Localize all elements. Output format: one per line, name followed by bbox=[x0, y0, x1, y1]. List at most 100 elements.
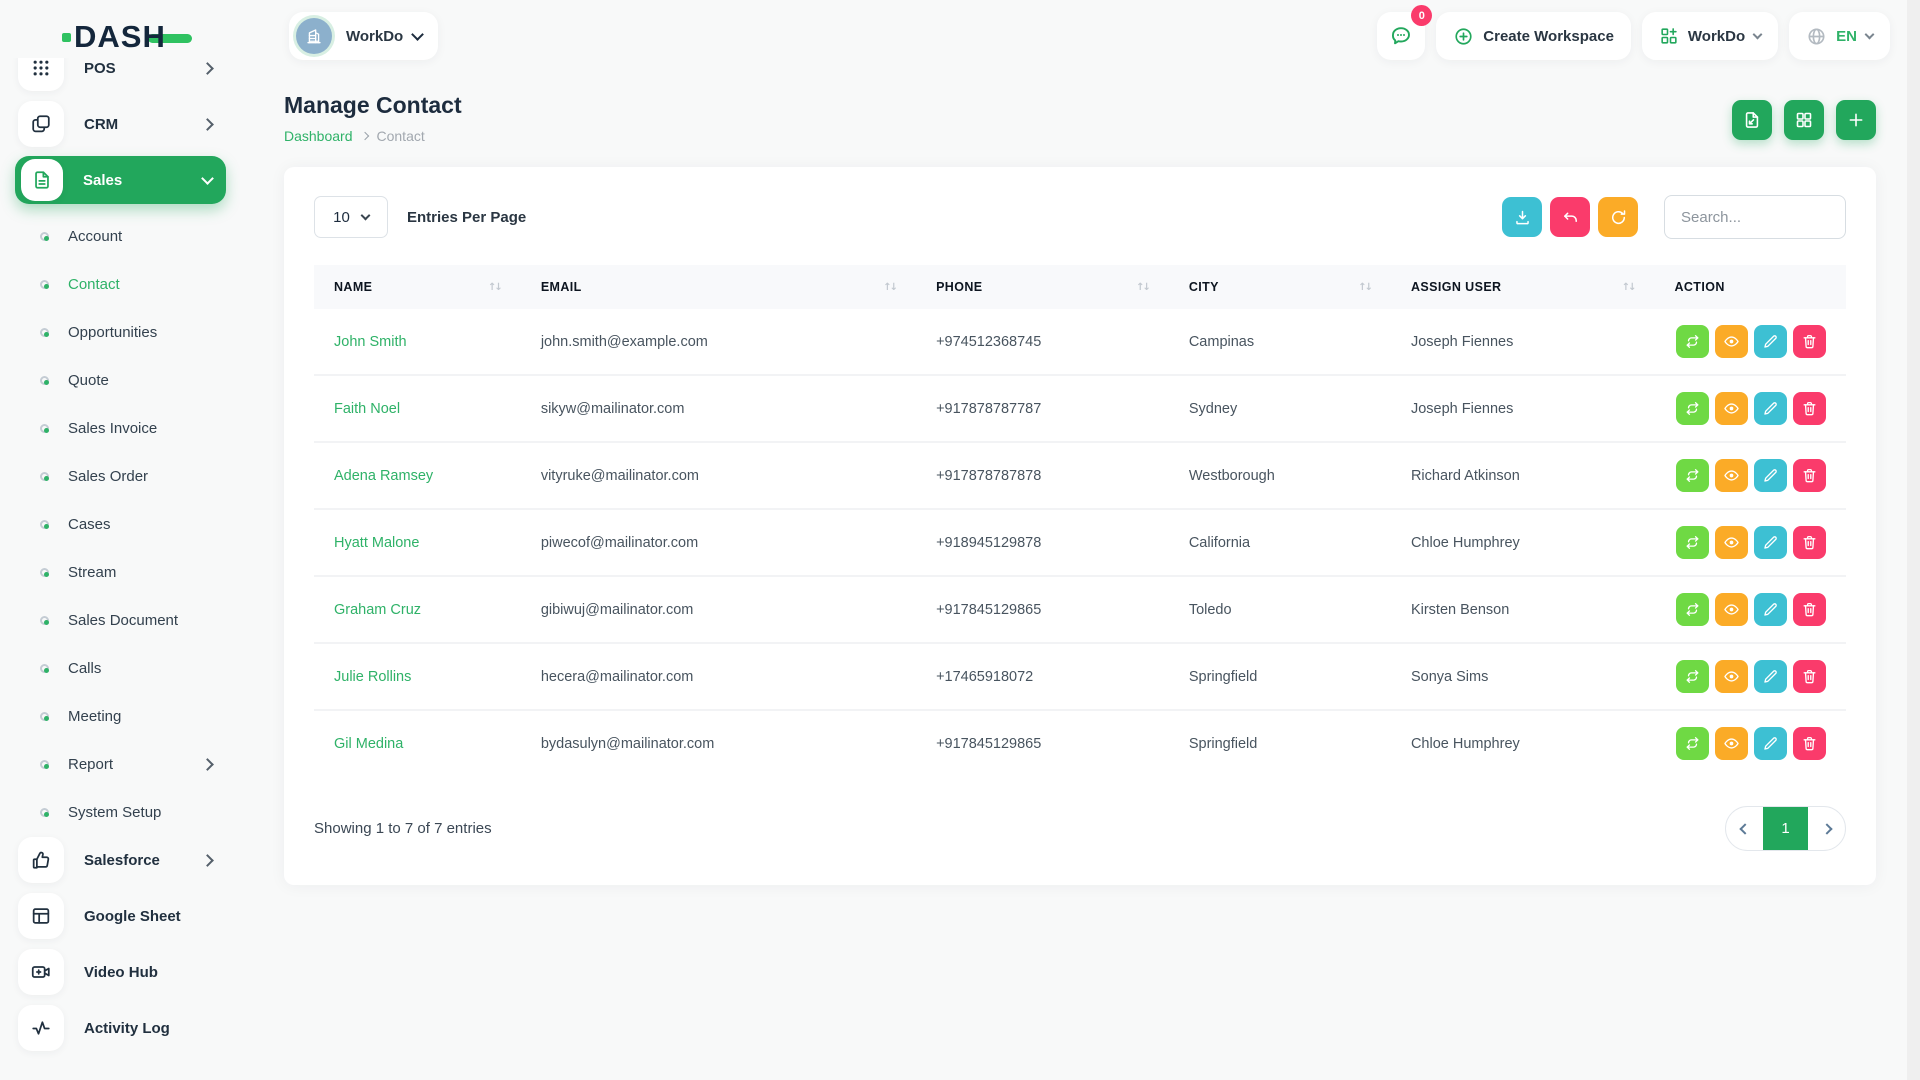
pencil-icon bbox=[1762, 668, 1779, 685]
pencil-button[interactable] bbox=[1754, 392, 1787, 425]
exchange-button[interactable] bbox=[1676, 593, 1709, 626]
pagination-prev-button[interactable] bbox=[1726, 807, 1763, 850]
undo-button[interactable] bbox=[1550, 197, 1590, 237]
column-header-city[interactable]: CITY↑↓ bbox=[1169, 265, 1391, 309]
column-header-phone[interactable]: PHONE↑↓ bbox=[916, 265, 1169, 309]
exchange-button[interactable] bbox=[1676, 660, 1709, 693]
exchange-icon bbox=[1684, 668, 1701, 685]
contact-name-link[interactable]: Faith Noel bbox=[334, 401, 400, 417]
sidebar-item-opportunities[interactable]: Opportunities bbox=[15, 308, 226, 356]
sort-icon[interactable]: ↑↓ bbox=[1124, 282, 1149, 293]
plus-button[interactable] bbox=[1836, 100, 1876, 140]
workdo-menu-button[interactable]: WorkDo bbox=[1642, 12, 1778, 60]
pencil-button[interactable] bbox=[1754, 727, 1787, 760]
exchange-button[interactable] bbox=[1676, 526, 1709, 559]
contact-name-link[interactable]: John Smith bbox=[334, 334, 407, 350]
eye-button[interactable] bbox=[1715, 392, 1748, 425]
trash-button[interactable] bbox=[1793, 459, 1826, 492]
sidebar-item-pos[interactable]: POS bbox=[15, 58, 226, 92]
create-workspace-button[interactable]: Create Workspace bbox=[1436, 12, 1631, 60]
contact-name-link[interactable]: Adena Ramsey bbox=[334, 468, 433, 484]
search-input[interactable] bbox=[1664, 195, 1846, 239]
sidebar-item-crm[interactable]: CRM bbox=[15, 100, 226, 148]
exchange-button[interactable] bbox=[1676, 459, 1709, 492]
sidebar-item-sales-order[interactable]: Sales Order bbox=[15, 452, 226, 500]
download-button[interactable] bbox=[1502, 197, 1542, 237]
contact-name-link[interactable]: Gil Medina bbox=[334, 736, 403, 752]
pagination-next-button[interactable] bbox=[1808, 807, 1845, 850]
trash-button[interactable] bbox=[1793, 392, 1826, 425]
sidebar-item-stream[interactable]: Stream bbox=[15, 548, 226, 596]
sidebar-item-label: Calls bbox=[68, 660, 212, 677]
app-logo[interactable]: DASH bbox=[62, 18, 192, 56]
pagination-page-1[interactable]: 1 bbox=[1763, 807, 1808, 850]
pencil-button[interactable] bbox=[1754, 526, 1787, 559]
sidebar-item-account[interactable]: Account bbox=[15, 212, 226, 260]
sidebar-item-activity-log[interactable]: Activity Log bbox=[15, 1004, 226, 1052]
bullet-icon bbox=[40, 232, 49, 241]
eye-button[interactable] bbox=[1715, 459, 1748, 492]
sidebar-item-sales-invoice[interactable]: Sales Invoice bbox=[15, 404, 226, 452]
sidebar-scroll-area[interactable]: POS CRM Sales Account Contact OpportunitiesQu… bbox=[0, 58, 240, 1080]
sidebar-item-label: CRM bbox=[84, 116, 203, 133]
trash-button[interactable] bbox=[1793, 526, 1826, 559]
bullet-icon bbox=[40, 712, 49, 721]
eye-button[interactable] bbox=[1715, 526, 1748, 559]
breadcrumb-dashboard-link[interactable]: Dashboard bbox=[284, 128, 353, 144]
table-row: Julie Rollinshecera@mailinator.com+17465… bbox=[314, 643, 1846, 710]
sort-icon[interactable]: ↑↓ bbox=[871, 282, 896, 293]
sidebar-item-video-hub[interactable]: Video Hub bbox=[15, 948, 226, 996]
column-header-name[interactable]: NAME↑↓ bbox=[314, 265, 521, 309]
activity-icon bbox=[18, 1005, 64, 1051]
contact-name-link[interactable]: Hyatt Malone bbox=[334, 535, 419, 551]
eye-button[interactable] bbox=[1715, 660, 1748, 693]
pencil-button[interactable] bbox=[1754, 325, 1787, 358]
sidebar-item-contact[interactable]: Contact bbox=[15, 260, 226, 308]
pencil-button[interactable] bbox=[1754, 593, 1787, 626]
cell-email: piwecof@mailinator.com bbox=[521, 509, 916, 576]
contact-name-link[interactable]: Graham Cruz bbox=[334, 602, 421, 618]
trash-button[interactable] bbox=[1793, 325, 1826, 358]
sidebar-item-cases[interactable]: Cases bbox=[15, 500, 226, 548]
grid-button[interactable] bbox=[1784, 100, 1824, 140]
column-header-email[interactable]: EMAIL↑↓ bbox=[521, 265, 916, 309]
sidebar-item-report[interactable]: Report bbox=[15, 740, 226, 788]
trash-icon bbox=[1801, 400, 1818, 417]
sidebar-item-google-sheet[interactable]: Google Sheet bbox=[15, 892, 226, 940]
messages-button[interactable]: 0 bbox=[1377, 12, 1425, 60]
pencil-button[interactable] bbox=[1754, 660, 1787, 693]
eye-button[interactable] bbox=[1715, 727, 1748, 760]
cell-assign-user: Richard Atkinson bbox=[1391, 442, 1655, 509]
eye-button[interactable] bbox=[1715, 325, 1748, 358]
sidebar-item-calls[interactable]: Calls bbox=[15, 644, 226, 692]
sort-icon[interactable]: ↑↓ bbox=[1346, 282, 1371, 293]
column-header-inner: ASSIGN USER↑↓ bbox=[1411, 280, 1635, 294]
refresh-button[interactable] bbox=[1598, 197, 1638, 237]
trash-button[interactable] bbox=[1793, 727, 1826, 760]
pencil-button[interactable] bbox=[1754, 459, 1787, 492]
sidebar-item-salesforce[interactable]: Salesforce bbox=[15, 836, 226, 884]
eye-button[interactable] bbox=[1715, 593, 1748, 626]
exchange-button[interactable] bbox=[1676, 392, 1709, 425]
language-selector[interactable]: EN bbox=[1789, 12, 1890, 60]
sidebar-item-sales[interactable]: Sales bbox=[15, 156, 226, 204]
file-export-button[interactable] bbox=[1732, 100, 1772, 140]
sidebar-item-quote[interactable]: Quote bbox=[15, 356, 226, 404]
sort-icon[interactable]: ↑↓ bbox=[1610, 282, 1635, 293]
contact-name-link[interactable]: Julie Rollins bbox=[334, 669, 411, 685]
exchange-button[interactable] bbox=[1676, 727, 1709, 760]
cell-city: Sydney bbox=[1169, 375, 1391, 442]
sidebar-item-sales-document[interactable]: Sales Document bbox=[15, 596, 226, 644]
sidebar-item-system-setup[interactable]: System Setup bbox=[15, 788, 226, 836]
sidebar-item-label: Contact bbox=[68, 276, 212, 293]
entries-per-page-select[interactable]: 10 bbox=[314, 196, 388, 238]
trash-button[interactable] bbox=[1793, 593, 1826, 626]
trash-button[interactable] bbox=[1793, 660, 1826, 693]
column-header-assign-user[interactable]: ASSIGN USER↑↓ bbox=[1391, 265, 1655, 309]
sidebar-item-label: Meeting bbox=[68, 708, 212, 725]
sidebar-item-meeting[interactable]: Meeting bbox=[15, 692, 226, 740]
page-scrollbar[interactable] bbox=[1907, 0, 1920, 1080]
exchange-button[interactable] bbox=[1676, 325, 1709, 358]
sort-icon[interactable]: ↑↓ bbox=[476, 282, 501, 293]
workspace-selector[interactable]: WorkDo bbox=[289, 12, 438, 60]
